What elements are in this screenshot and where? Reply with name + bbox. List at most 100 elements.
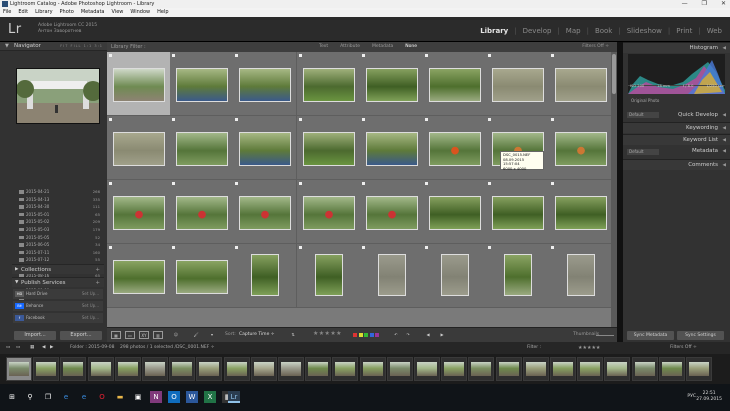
photo-cell[interactable] [486,180,551,244]
loupe-view-icon[interactable]: ▭ [125,331,135,339]
module-develop[interactable]: Develop [521,27,554,35]
service-hard-drive[interactable]: HD Hard Drive Set Up... [13,289,103,299]
filmstrip-thumbnail[interactable] [441,357,468,381]
color-label-swatch[interactable] [353,333,357,337]
excel-icon[interactable]: X [204,391,216,403]
photo-cell[interactable] [423,244,487,308]
lightroom-taskbar-icon[interactable]: Lr [228,391,240,403]
filmstrip-thumbnail[interactable] [87,357,114,381]
photo-cell[interactable] [486,244,551,308]
photo-thumbnail[interactable] [176,132,229,166]
filmstrip-thumbnail[interactable] [142,357,168,381]
photo-cell[interactable] [486,52,551,116]
metadata-header[interactable]: Metadata ◀ [666,146,730,157]
filmstrip-thumbnail[interactable] [33,357,60,381]
service-behance[interactable]: Bē Behance Set Up... [13,301,103,311]
filter-text[interactable]: Text [319,42,328,52]
sync-settings-button[interactable]: Sync Settings [677,331,724,340]
filmstrip-thumbnail[interactable] [305,357,332,381]
filmstrip-thumbnail[interactable] [495,357,522,381]
sort-dropdown[interactable]: Capture Time ÷ [239,332,275,337]
search-icon[interactable]: ⚲ [24,391,36,403]
compare-view-icon[interactable]: XY [139,331,149,339]
photo-cell[interactable] [549,180,614,244]
navigator-header[interactable]: ▼ Navigator FIT FILL 1:1 3:1 [0,42,107,51]
thumbnail-size-slider[interactable] [596,335,614,336]
opera-browser-icon[interactable]: O [96,391,108,403]
main-window-icon[interactable]: ▭ [6,342,10,354]
filmstrip-thumbnail[interactable] [631,357,658,381]
keyboard-language[interactable]: РУС [687,394,696,399]
word-icon[interactable]: W [186,391,198,403]
photo-thumbnail[interactable] [429,132,481,166]
onenote-icon[interactable]: N [150,391,162,403]
people-view-icon[interactable]: ☺ [171,331,181,339]
rating-stars[interactable]: ★★★★★ [313,330,342,337]
photo-thumbnail[interactable] [302,68,355,102]
grid-view-icon[interactable]: ▦ [111,331,121,339]
photo-cell[interactable] [170,244,235,308]
photo-cell[interactable] [296,116,361,180]
filter-attribute[interactable]: Attribute [340,42,360,52]
photo-thumbnail[interactable] [302,196,355,230]
add-service-icon[interactable]: + [95,278,100,288]
filter-none[interactable]: None [405,42,417,52]
photo-thumbnail[interactable] [429,196,481,230]
filmstrip-thumbnail[interactable] [223,357,250,381]
original-photo-checkbox[interactable]: Original Photo [627,97,726,105]
photo-cell[interactable] [296,52,361,116]
module-web[interactable]: Web [705,27,724,35]
filmstrip-thumbnail[interactable] [468,357,495,381]
second-window-icon[interactable]: ▭ [16,342,20,354]
quick-develop-header[interactable]: Quick Develop ◀ [666,110,730,121]
navigator-zoom-options[interactable]: FIT FILL 1:1 3:1 [60,42,103,51]
folder-item[interactable]: 2015-04-30 111 [12,203,104,211]
histogram-header[interactable]: Histogram ◀ [623,42,730,53]
rotate-left-icon[interactable]: ↶ [391,331,401,339]
navigator-preview[interactable] [16,68,100,124]
filmstrip-thumbnail[interactable] [386,357,413,381]
folder-item[interactable]: 2015-07-11 160 [12,249,104,257]
outlook-icon[interactable]: O [168,391,180,403]
menu-window[interactable]: Window [130,8,150,17]
photo-cell[interactable] [170,116,235,180]
folder-item[interactable]: 2015-05-02 209 [12,218,104,226]
maximize-icon[interactable]: ❐ [702,0,707,8]
photo-thumbnail[interactable] [365,196,418,230]
folder-item[interactable]: 2015-05-05 52 [12,234,104,242]
menu-library[interactable]: Library [35,8,52,17]
photo-cell[interactable] [233,52,298,116]
filter-metadata[interactable]: Metadata [372,42,393,52]
folder-item[interactable]: 2015-05-03 179 [12,226,104,234]
photo-thumbnail[interactable] [441,254,469,296]
filmstrip-thumbnail[interactable] [658,357,685,381]
filmstrip-thumbnail[interactable] [577,357,604,381]
photo-cell[interactable] [549,116,614,180]
filmstrip-thumbnail[interactable] [114,357,141,381]
menu-edit[interactable]: Edit [18,8,28,17]
photo-thumbnail[interactable] [113,196,165,230]
metadata-preset-dropdown[interactable]: Default [627,149,659,155]
photo-thumbnail[interactable] [555,68,608,102]
system-clock[interactable]: 22:51 27.09.2015 [696,391,722,403]
filmstrip-thumbnail[interactable] [250,357,277,381]
collections-panel-header[interactable]: ▶ Collections + [12,264,104,274]
photo-thumbnail[interactable] [365,132,418,166]
menu-photo[interactable]: Photo [60,8,74,17]
photo-thumbnail[interactable] [251,254,280,296]
photo-thumbnail[interactable] [239,68,292,102]
forward-arrow-icon[interactable]: ▶ [50,342,53,354]
folder-item[interactable]: 2015-04-21 266 [12,188,104,196]
photo-thumbnail[interactable] [504,254,533,296]
filmstrip-thumbnail[interactable] [686,357,712,381]
scrollbar-thumb[interactable] [612,54,616,94]
menu-metadata[interactable]: Metadata [81,8,105,17]
photo-cell[interactable] [233,244,298,308]
photo-thumbnail[interactable] [555,196,608,230]
photo-cell[interactable] [107,52,171,116]
module-book[interactable]: Book [593,27,614,35]
color-label-swatch[interactable] [364,333,368,337]
keywording-header[interactable]: Keywording ◀ [623,122,730,133]
source-folder-label[interactable]: Folder : 2015-09-08 [70,342,114,354]
photo-thumbnail[interactable] [377,254,406,296]
